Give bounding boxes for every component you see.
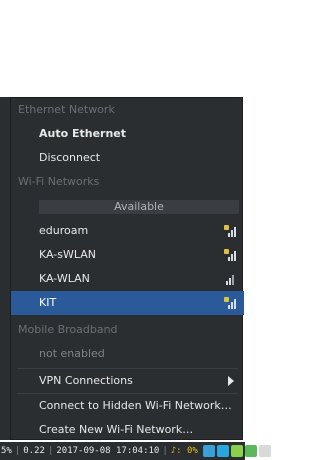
network-name: KA-sWLAN [39, 248, 97, 261]
auto-ethernet-item[interactable]: Auto Ethernet [11, 122, 244, 146]
submenu-arrow-icon [228, 376, 234, 386]
network-name: KIT [39, 296, 57, 309]
network-item-ka-wlan[interactable]: KA-WLAN [11, 267, 244, 291]
status-datetime: 2017-09-08 17:04:10 [56, 446, 160, 456]
mobile-status: not enabled [39, 347, 105, 360]
telegram-icon[interactable] [216, 445, 229, 457]
battery-icon[interactable] [244, 445, 257, 457]
connect-hidden-item[interactable]: Connect to Hidden Wi-Fi Network… [11, 394, 244, 418]
status-load: 0.22 [23, 446, 45, 456]
network-item-ka-swlan[interactable]: KA-sWLAN [11, 243, 244, 267]
network-menu: Ethernet Network Auto Ethernet Disconnec… [10, 97, 244, 442]
disconnect-item[interactable]: Disconnect [11, 146, 244, 170]
network-item-eduroam[interactable]: eduroam [11, 219, 244, 243]
signal-lock-icon [224, 225, 236, 237]
ethernet-header: Ethernet Network [18, 103, 115, 116]
signal-icon [224, 273, 236, 285]
create-new-item[interactable]: Create New Wi-Fi Network… [11, 418, 244, 442]
signal-lock-icon [224, 249, 236, 261]
network-name: KA-WLAN [39, 272, 90, 285]
update-icon[interactable] [258, 445, 271, 457]
signal-lock-icon [224, 297, 236, 309]
chrome-icon[interactable] [230, 445, 243, 457]
available-label: Available [39, 200, 239, 214]
vpn-label: VPN Connections [39, 374, 133, 387]
wifi-header: Wi-Fi Networks [18, 175, 100, 188]
network-icon[interactable] [202, 445, 215, 457]
status-percent: 5% [1, 446, 12, 456]
system-tray [202, 445, 271, 457]
status-volume: ♪: 0% [170, 446, 198, 456]
network-item-kit[interactable]: KIT [11, 291, 244, 315]
network-name: eduroam [39, 224, 89, 237]
taskbar: 5% | 0.22 | 2017-09-08 17:04:10 | ♪: 0% [0, 442, 271, 460]
vpn-connections-item[interactable]: VPN Connections [11, 369, 244, 393]
mobile-header: Mobile Broadband [18, 323, 118, 336]
